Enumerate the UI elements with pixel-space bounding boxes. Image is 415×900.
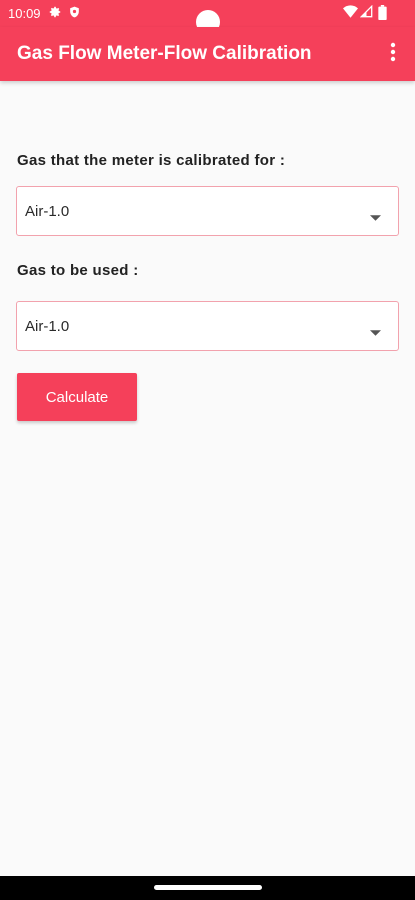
more-vert-icon: [390, 42, 396, 67]
used-gas-label: Gas to be used :: [17, 262, 139, 279]
dropdown-arrow-icon: [370, 323, 381, 341]
calibrated-gas-label: Gas that the meter is calibrated for :: [17, 152, 286, 169]
status-time: 10:09: [8, 6, 41, 21]
overflow-menu-button[interactable]: [380, 39, 406, 69]
gear-icon: [48, 5, 62, 24]
status-bar: 10:09: [0, 0, 415, 34]
used-gas-value: Air-1.0: [25, 318, 70, 335]
navigation-bar: [0, 876, 415, 900]
battery-icon: [378, 5, 387, 25]
app-title: Gas Flow Meter-Flow Calibration: [17, 43, 312, 64]
dropdown-arrow-icon: [370, 208, 381, 226]
wifi-icon: [343, 5, 358, 23]
home-gesture-handle[interactable]: [154, 885, 262, 890]
calibrated-gas-dropdown[interactable]: Air-1.0: [16, 186, 399, 236]
shield-icon: [68, 5, 81, 24]
screen: 10:09 Gas Flow Meter-Flow Calibration Ga…: [0, 0, 415, 900]
app-bar: Gas Flow Meter-Flow Calibration: [0, 27, 415, 81]
calibrated-gas-value: Air-1.0: [25, 203, 70, 220]
calculate-button[interactable]: Calculate: [17, 373, 137, 421]
used-gas-dropdown[interactable]: Air-1.0: [16, 301, 399, 351]
signal-icon: [359, 4, 373, 23]
